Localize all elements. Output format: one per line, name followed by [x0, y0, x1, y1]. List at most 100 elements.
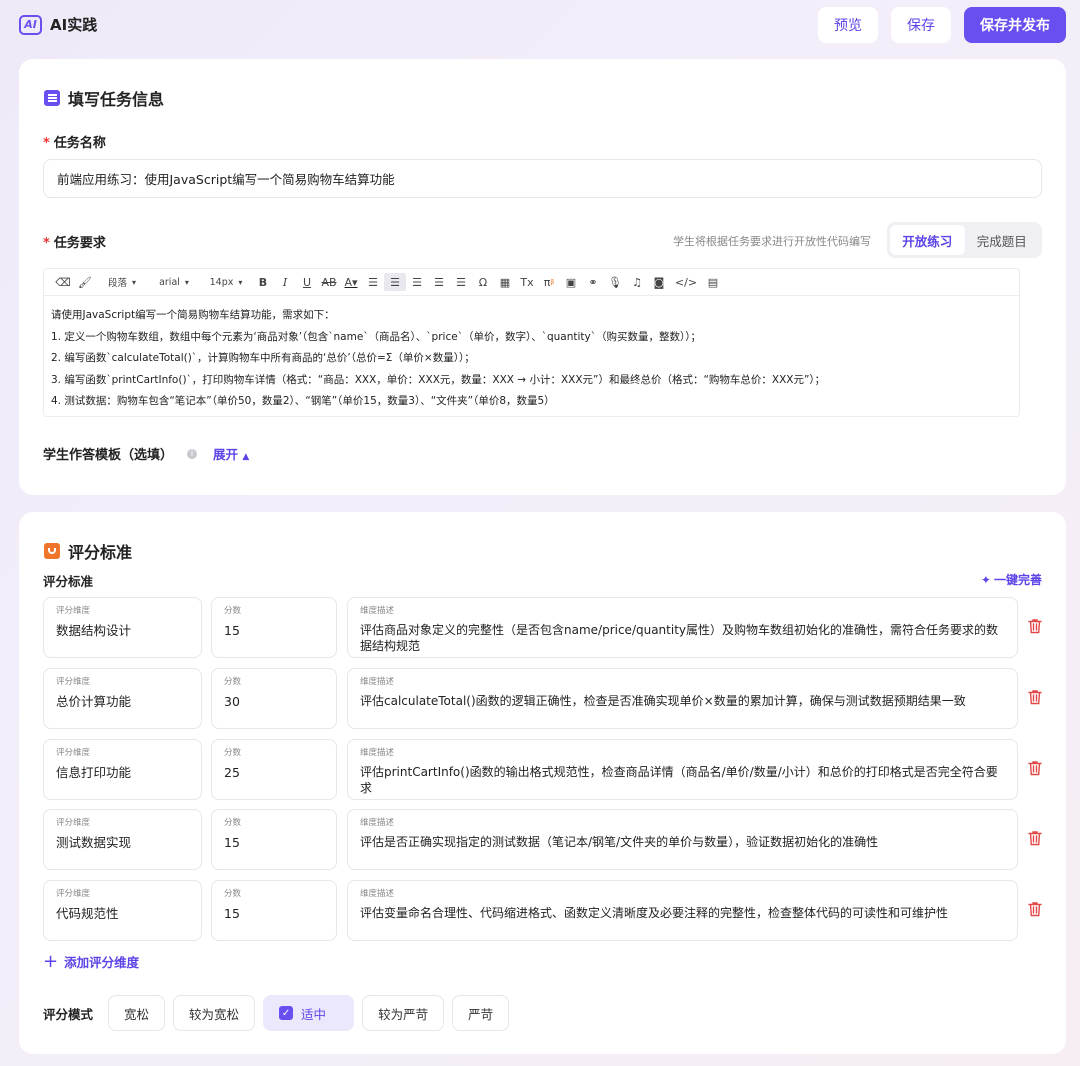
- description-field[interactable]: 维度描述评估calculateTotal()函数的逻辑正确性，检查是否准确实现单…: [347, 668, 1018, 729]
- dimension-field[interactable]: 评分维度 代码规范性: [43, 880, 202, 941]
- plus-icon: +: [43, 950, 59, 972]
- description-field[interactable]: 维度描述 评估是否正确实现指定的测试数据（笔记本/钢笔/文件夹的单价与数量），验证…: [347, 809, 1018, 870]
- trash-icon[interactable]: [1028, 760, 1042, 776]
- info-icon[interactable]: i: [187, 448, 198, 459]
- link-icon[interactable]: ⚭: [582, 269, 604, 296]
- score-value: 15: [224, 835, 240, 850]
- music-icon[interactable]: ♫: [626, 269, 648, 296]
- clear-format-icon[interactable]: Tx: [516, 269, 538, 296]
- dimension-field[interactable]: 评分维度数据结构设计: [43, 597, 202, 658]
- trash-icon[interactable]: [1028, 901, 1042, 917]
- trash-icon[interactable]: [1028, 618, 1042, 634]
- description-field-label: 维度描述: [360, 606, 395, 616]
- task-name-input[interactable]: [43, 159, 1042, 198]
- align-right-icon[interactable]: ☰: [428, 269, 450, 296]
- task-info-card: 填写任务信息 *任务名称 *任务要求 学生将根据任务要求进行开放性代码编写 开放…: [19, 59, 1066, 495]
- description-field[interactable]: 维度描述评估printCartInfo()函数的输出格式规范性，检查商品详情（商…: [347, 739, 1018, 800]
- score-field[interactable]: 分数 15: [211, 880, 337, 941]
- scoring-mode-row: 评分模式 宽松 较为宽松 ✓ 适中 较为严苛 严苛: [43, 995, 510, 1031]
- requirement-line: 2. 编写函数`calculateTotal()`，计算购物车中所有商品的‘总价…: [51, 352, 475, 364]
- task-name-label: * 任务名称: [43, 136, 106, 151]
- description-field[interactable]: 维度描述 评估商品对象定义的完整性（是否包含name/price/quantity…: [347, 597, 1018, 658]
- format-brush-icon[interactable]: 🖌: [74, 269, 96, 296]
- score-value: 15: [224, 906, 240, 921]
- dimension-value: 代码规范性: [56, 906, 119, 921]
- description-value: 评估printCartInfo()函数的输出格式规范性，检查商品详情（商品名/单…: [360, 765, 998, 795]
- table-icon[interactable]: ▦: [494, 269, 516, 296]
- required-mark: *: [43, 236, 50, 251]
- add-dimension-button[interactable]: + 添加评分维度: [43, 952, 139, 971]
- caret-up-icon: ▲: [242, 452, 250, 462]
- align-left-icon[interactable]: ☰: [384, 273, 406, 291]
- preview-button[interactable]: 预览: [818, 7, 878, 43]
- mode-fairly-loose[interactable]: 较为宽松: [173, 995, 256, 1031]
- description-field-label: 维度描述: [360, 748, 395, 758]
- criteria-row: 评分维度 信息打印功能 分数 25 维度描述 评估printCartInfo()函数的输出…: [43, 739, 1043, 800]
- save-button[interactable]: 保存: [891, 7, 951, 43]
- camera-icon[interactable]: ◙: [648, 269, 670, 296]
- score-field-label: 分数: [224, 818, 242, 828]
- scoring-icon: [44, 543, 60, 559]
- image-icon[interactable]: ▣: [560, 269, 582, 296]
- dimension-value: 测试数据实现: [56, 835, 132, 850]
- microphone-icon[interactable]: 🎙: [604, 269, 626, 296]
- description-field[interactable]: 维度描述 评估变量命名合理性、代码缩进格式、函数定义清晰度及必要注释的完整性，检查…: [347, 880, 1018, 941]
- code-icon[interactable]: </>: [670, 269, 702, 296]
- align-justify-icon[interactable]: ☰: [450, 269, 472, 296]
- score-field-label: 分数: [224, 748, 242, 758]
- dimension-field[interactable]: 评分维度测试数据实现: [43, 809, 202, 870]
- underline-icon[interactable]: U: [296, 269, 318, 296]
- eraser-icon[interactable]: ⌫: [52, 269, 74, 296]
- requirement-line: 1. 定义一个购物车数组，数组中每个元素为‘商品对象’（包含`name`（商品名…: [51, 330, 701, 343]
- dimension-field[interactable]: 评分维度 总价计算功能: [43, 668, 202, 729]
- font-color-icon[interactable]: A▾: [340, 269, 362, 296]
- trash-icon[interactable]: [1028, 830, 1042, 846]
- score-field[interactable]: 分数 15: [211, 597, 337, 658]
- formula-icon[interactable]: πβ: [538, 269, 560, 296]
- tab-open-practice[interactable]: 开放练习: [890, 225, 965, 255]
- template-label: 学生作答模板（选填）: [43, 448, 174, 463]
- score-field[interactable]: 分数 15: [211, 809, 337, 870]
- description-value: 评估是否正确实现指定的测试数据（笔记本/钢笔/文件夹的单价与数量），验证数据初始…: [360, 835, 879, 849]
- mode-strict[interactable]: 严苛: [452, 995, 510, 1031]
- description-value: 评估calculateTotal()函数的逻辑正确性，检查是否准确实现单价×数量…: [360, 694, 966, 708]
- indent-icon[interactable]: ☰: [362, 269, 384, 296]
- document-icon: [44, 90, 60, 106]
- paragraph-select[interactable]: 段落: [96, 269, 148, 296]
- trash-icon[interactable]: [1028, 689, 1042, 705]
- dimension-field-label: 评分维度: [56, 748, 91, 758]
- auto-complete-button[interactable]: ✦ 一键完善: [981, 571, 1042, 588]
- criteria-row: 评分维度 数据结构设计 分数 15 维度描述 评估商品对象定义的完整性（是否包含name/…: [43, 597, 1043, 658]
- task-section-title: 填写任务信息: [44, 86, 164, 110]
- dimension-field-label: 评分维度: [56, 677, 91, 687]
- special-char-icon[interactable]: Ω: [472, 269, 494, 296]
- font-size-select[interactable]: 14px: [200, 269, 252, 296]
- save-publish-button[interactable]: 保存并发布: [964, 7, 1066, 43]
- mode-moderate[interactable]: ✓ 适中: [263, 995, 355, 1031]
- score-field[interactable]: 分数 25: [211, 739, 337, 800]
- criteria-sub-label: 评分标准: [43, 574, 94, 589]
- mode-fairly-strict[interactable]: 较为严苛: [362, 995, 445, 1031]
- dimension-value: 数据结构设计: [56, 623, 132, 638]
- template-icon[interactable]: ▤: [702, 269, 724, 296]
- dimension-field[interactable]: 评分维度信息打印功能: [43, 739, 202, 800]
- scoring-card: 评分标准 评分标准 ✦ 一键完善 评分维度 数据结构设计 分数 15 维度描述 评估商品对象…: [19, 512, 1066, 1054]
- tab-complete-question[interactable]: 完成题目: [965, 225, 1040, 255]
- ai-logo-icon: AI: [19, 14, 42, 35]
- dimension-value: 信息打印功能: [56, 765, 132, 780]
- bold-icon[interactable]: B: [252, 269, 274, 296]
- expand-template-link[interactable]: 展开 ▲: [213, 444, 249, 463]
- align-center-icon[interactable]: ☰: [406, 269, 428, 296]
- description-field-label: 维度描述: [360, 677, 395, 687]
- dimension-field-label: 评分维度: [56, 818, 91, 828]
- editor-content[interactable]: 请使用JavaScript编写一个简易购物车结算功能，需求如下： 1. 定义一个…: [44, 296, 1019, 422]
- dimension-field-label: 评分维度: [56, 606, 91, 616]
- scoring-mode-label: 评分模式: [43, 1006, 94, 1022]
- mode-loose[interactable]: 宽松: [108, 995, 166, 1031]
- score-field[interactable]: 分数 30: [211, 668, 337, 729]
- strikethrough-icon[interactable]: AB: [318, 269, 340, 296]
- required-mark: *: [43, 136, 50, 151]
- font-select[interactable]: arial: [148, 269, 200, 296]
- italic-icon[interactable]: I: [274, 269, 296, 296]
- app-title: AI实践: [50, 16, 98, 34]
